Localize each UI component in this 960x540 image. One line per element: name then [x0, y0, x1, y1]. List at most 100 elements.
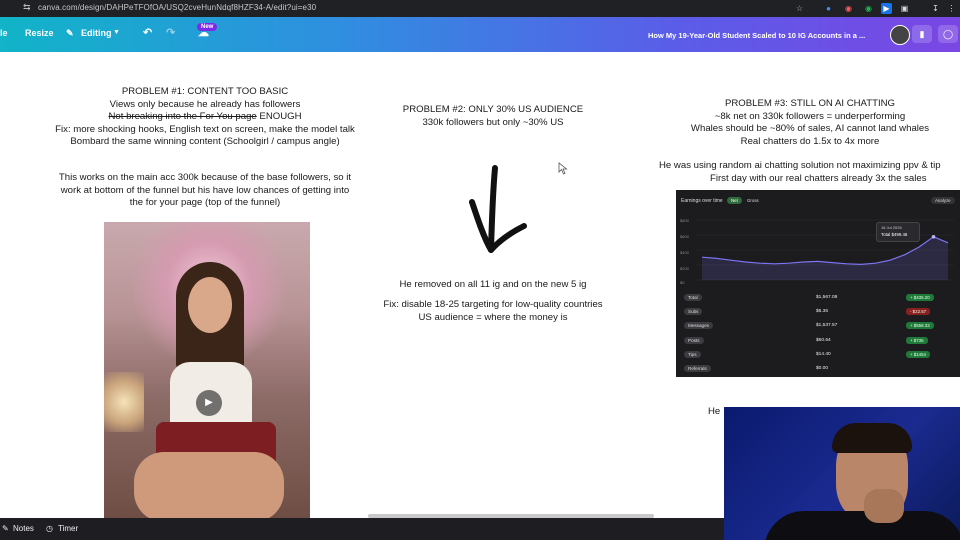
row-label-chip[interactable]: Tips [684, 350, 701, 358]
dashboard-title: Earnings over time [681, 198, 723, 204]
timer-icon[interactable]: ◷ [46, 524, 53, 533]
problem-2-fix-1: Fix: disable 18-25 targeting for low-qua… [383, 299, 603, 310]
editing-mode-button[interactable]: Editing [81, 28, 112, 38]
problem-3-title: PROBLEM #3: STILL ON AI CHATTING [724, 98, 896, 109]
row-value: $1,537.57 [816, 323, 838, 329]
y-tick: $800 [680, 218, 689, 223]
problem-1-block: PROBLEM #1: CONTENT TOO BASIC Views only… [20, 86, 390, 149]
row-label-chip[interactable]: Subs [684, 308, 703, 316]
problem-3-line-3: Real chatters do 1.5x to 4x more [740, 135, 880, 147]
down-arrow-drawing [469, 165, 527, 253]
notes-icon[interactable]: ✎ [2, 524, 9, 533]
document-title[interactable]: How My 19-Year-Old Student Scaled to 10 … [648, 31, 865, 40]
table-row: Referrals $0.00 [684, 365, 954, 375]
extension-icon-3[interactable]: ◉ [863, 3, 874, 14]
problem-1-note: This works on the main acc 300k because … [20, 172, 390, 210]
y-tick: $400 [680, 250, 689, 255]
partial-text: He [708, 406, 721, 417]
row-change-badge: - $22.57 [906, 308, 931, 316]
table-row: Messages $1,537.57 + $558.33 [684, 322, 954, 332]
chart-tooltip: 16 Jul 2026 Total $499.46 [876, 222, 920, 242]
canva-toolbar: le Resize ✎ Editing ▼ ↶ ↷ New ☁ How My 1… [0, 17, 960, 52]
row-change-badge: + $558.33 [906, 322, 934, 330]
table-row: Subs $6.36 - $22.57 [684, 308, 954, 318]
row-label-chip[interactable]: Messages [684, 322, 713, 330]
analyze-button[interactable]: Analyze [931, 197, 955, 204]
problem-3-line-2: Whales should be ~80% of sales, AI canno… [690, 123, 930, 134]
row-change-badge [906, 365, 914, 367]
problem-2-removed-text: He removed on all 11 ig and on the new 5… [399, 279, 587, 290]
problem-1-line-2: Not breaking into the For You page ENOUG… [20, 111, 390, 124]
y-tick: $600 [680, 234, 689, 239]
row-change-badge: + $435.20 [906, 294, 934, 301]
extensions-puzzle-icon[interactable]: ▣ [899, 3, 910, 14]
face-shape [188, 277, 232, 333]
table-row: Posts $60.64 + $735 [684, 336, 954, 347]
problem-2-line-1: 330k followers but only ~30% US [422, 116, 564, 128]
problem-1-line-3: Fix: more shocking hooks, English text o… [55, 123, 355, 135]
extension-icon-4[interactable]: ▶ [881, 3, 892, 14]
problem-2-fix-2: US audience = where the money is [418, 311, 568, 323]
problem-1-title: PROBLEM #1: CONTENT TOO BASIC [121, 86, 289, 97]
problem-1-line-2-rest: ENOUGH [256, 111, 302, 122]
chevron-down-icon[interactable]: ▼ [113, 29, 120, 36]
browser-address-bar: ⇆ canva.com/design/DAHPeTFOfOA/USQ2cveHu… [0, 0, 960, 17]
comment-icon[interactable]: ◯ [938, 25, 958, 43]
row-label-chip[interactable]: Total [684, 294, 702, 301]
extension-icon-2[interactable]: ◉ [843, 3, 854, 14]
bookmark-star-icon[interactable]: ☆ [794, 3, 805, 14]
hair-shape [832, 423, 912, 453]
table-row: Total $1,567.08 + $435.20 [684, 294, 954, 304]
insights-icon[interactable]: ▮ [912, 25, 932, 43]
problem-3-note: He was using random ai chatting solution… [659, 160, 960, 185]
tooltip-date: 16 Jul 2026 [881, 225, 902, 230]
problem-2-title: PROBLEM #2: ONLY 30% US AUDIENCE [402, 104, 584, 115]
cloud-save-icon[interactable]: ☁ [198, 26, 209, 39]
redo-icon[interactable]: ↷ [166, 26, 175, 39]
extension-icon-1[interactable]: ● [823, 3, 834, 14]
highlight-point [931, 235, 936, 239]
row-label-chip[interactable]: Referrals [684, 365, 711, 372]
legs-shape [134, 452, 284, 518]
webcam-overlay [724, 407, 960, 540]
problem-1-note-3: the for your page (top of the funnel) [129, 197, 281, 208]
strikethrough-text: Not breaking into the For You page [108, 111, 257, 122]
row-change-badge: + $735 [906, 336, 928, 344]
problem-1-line-4: Bombard the same winning content (School… [70, 136, 340, 147]
video-thumbnail[interactable]: ▶ [104, 222, 310, 518]
problem-1-note-1: This works on the main acc 300k because … [58, 172, 352, 183]
row-label-chip[interactable]: Posts [684, 336, 704, 344]
resize-button[interactable]: Resize [25, 28, 54, 38]
avatar[interactable] [890, 25, 910, 45]
problem-2-block: PROBLEM #2: ONLY 30% US AUDIENCE 330k fo… [360, 104, 626, 129]
play-icon[interactable]: ▶ [196, 390, 222, 416]
problem-3-line-5: First day with our real chatters already… [710, 172, 927, 184]
notes-button[interactable]: Notes [13, 524, 34, 533]
menu-dots-icon[interactable]: ⋮ [946, 3, 957, 14]
tooltip-total: Total $499.46 [881, 232, 908, 237]
hand-shape [864, 489, 904, 523]
pencil-icon[interactable]: ✎ [66, 28, 74, 39]
url-text[interactable]: canva.com/design/DAHPeTFOfOA/USQ2cveHunN… [38, 3, 316, 12]
site-settings-icon[interactable]: ⇆ [23, 2, 31, 13]
net-toggle[interactable]: Net [727, 197, 742, 204]
gross-toggle[interactable]: Gross [743, 197, 763, 204]
problem-3-line-4: He was using random ai chatting solution… [659, 160, 941, 171]
problem-1-line-1: Views only because he already has follow… [109, 98, 301, 110]
undo-icon[interactable]: ↶ [143, 26, 152, 39]
earnings-dashboard: Earnings over time Net Gross Analyze $80… [676, 190, 960, 377]
download-icon[interactable]: ↧ [930, 3, 941, 14]
row-value: $60.64 [816, 337, 831, 343]
row-value: $1,567.08 [816, 295, 838, 300]
timer-button[interactable]: Timer [58, 524, 78, 533]
table-row: Tips $14.40 + $1454 [684, 350, 954, 361]
problem-1-note-2: work at bottom of the funnel but his hav… [60, 184, 350, 196]
row-value: $14.40 [816, 351, 831, 357]
earnings-area [702, 236, 948, 280]
y-tick: $0 [680, 280, 685, 285]
row-change-badge: + $1454 [906, 350, 930, 358]
problem-3-block: PROBLEM #3: STILL ON AI CHATTING ~8k net… [660, 98, 960, 148]
mouse-cursor-icon [558, 162, 568, 175]
row-value: $0.00 [816, 366, 829, 371]
file-menu[interactable]: le [0, 28, 8, 38]
